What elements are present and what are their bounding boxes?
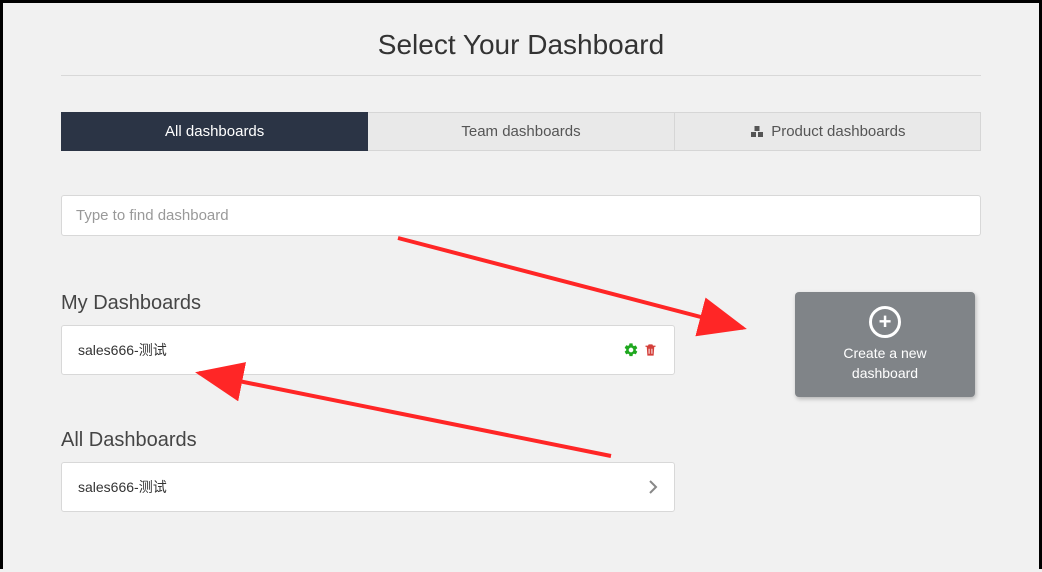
dashboard-tabs: All dashboards Team dashboards Product d… bbox=[61, 112, 981, 151]
my-dashboard-item[interactable]: sales666-测试 bbox=[61, 325, 675, 375]
all-dashboards-title: All Dashboards bbox=[61, 429, 675, 452]
create-dashboard-button[interactable]: + Create a new dashboard bbox=[795, 292, 975, 397]
page-title: Select Your Dashboard bbox=[61, 23, 981, 75]
gear-icon[interactable] bbox=[623, 342, 639, 358]
create-label-line2: dashboard bbox=[852, 365, 918, 381]
dashboard-name: sales666-测试 bbox=[78, 477, 167, 497]
my-dashboards-title: My Dashboards bbox=[61, 292, 675, 315]
create-label-line1: Create a new bbox=[843, 345, 926, 361]
tab-product-dashboards[interactable]: Product dashboards bbox=[675, 112, 981, 151]
search-input[interactable] bbox=[61, 195, 981, 236]
all-dashboard-item[interactable]: sales666-测试 bbox=[61, 462, 675, 512]
chevron-right-icon bbox=[648, 479, 658, 495]
tab-product-label: Product dashboards bbox=[771, 123, 905, 140]
cubes-icon bbox=[749, 124, 765, 140]
tab-team-dashboards[interactable]: Team dashboards bbox=[368, 112, 674, 151]
dashboard-name: sales666-测试 bbox=[78, 340, 167, 360]
tab-all-label: All dashboards bbox=[165, 123, 264, 140]
tab-all-dashboards[interactable]: All dashboards bbox=[61, 112, 368, 151]
plus-circle-icon: + bbox=[869, 306, 901, 338]
tab-team-label: Team dashboards bbox=[461, 123, 580, 140]
divider bbox=[61, 75, 981, 76]
trash-icon[interactable] bbox=[643, 342, 658, 358]
